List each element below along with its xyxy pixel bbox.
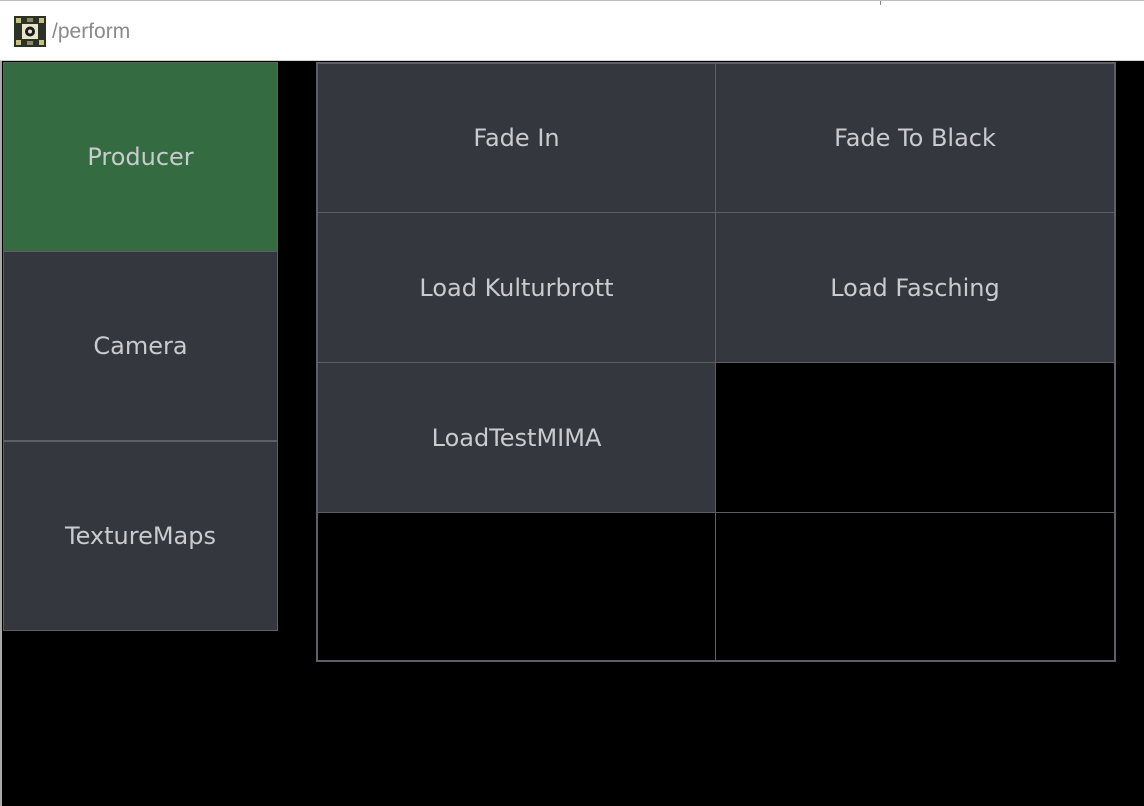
sidebar-item-producer[interactable]: Producer [3,62,278,252]
sidebar-item-label: TextureMaps [64,522,216,550]
load-kulturbrott-button[interactable]: Load Kulturbrott [317,212,716,363]
app-icon [14,16,46,47]
fade-in-button[interactable]: Fade In [317,63,716,213]
sidebar-item-camera[interactable]: Camera [3,251,278,441]
window-left-border [0,61,2,806]
fade-to-black-button[interactable]: Fade To Black [715,63,1115,213]
button-grid: Fade In Fade To Black Load Kulturbrott L… [316,62,1116,662]
title-bar-divider [880,1,881,5]
load-test-mima-button[interactable]: LoadTestMIMA [317,362,716,513]
load-fasching-button[interactable]: Load Fasching [715,212,1115,363]
sidebar-item-label: Producer [87,143,194,171]
empty-slot [317,512,716,661]
app-icon-graphic [14,16,46,47]
title-bar: /perform [0,0,1144,61]
button-label: Load Fasching [830,273,1000,302]
button-label: Fade To Black [834,124,996,152]
empty-slot [715,512,1115,661]
sidebar-item-label: Camera [93,332,188,360]
empty-slot [715,362,1115,513]
button-label: Fade In [473,124,560,152]
button-label: LoadTestMIMA [431,423,602,452]
perform-window: /perform Producer Camera TextureMaps Fad… [0,0,1144,806]
sidebar-item-texturemaps[interactable]: TextureMaps [3,441,278,631]
button-label: Load Kulturbrott [419,273,614,302]
window-title: /perform [52,20,131,43]
